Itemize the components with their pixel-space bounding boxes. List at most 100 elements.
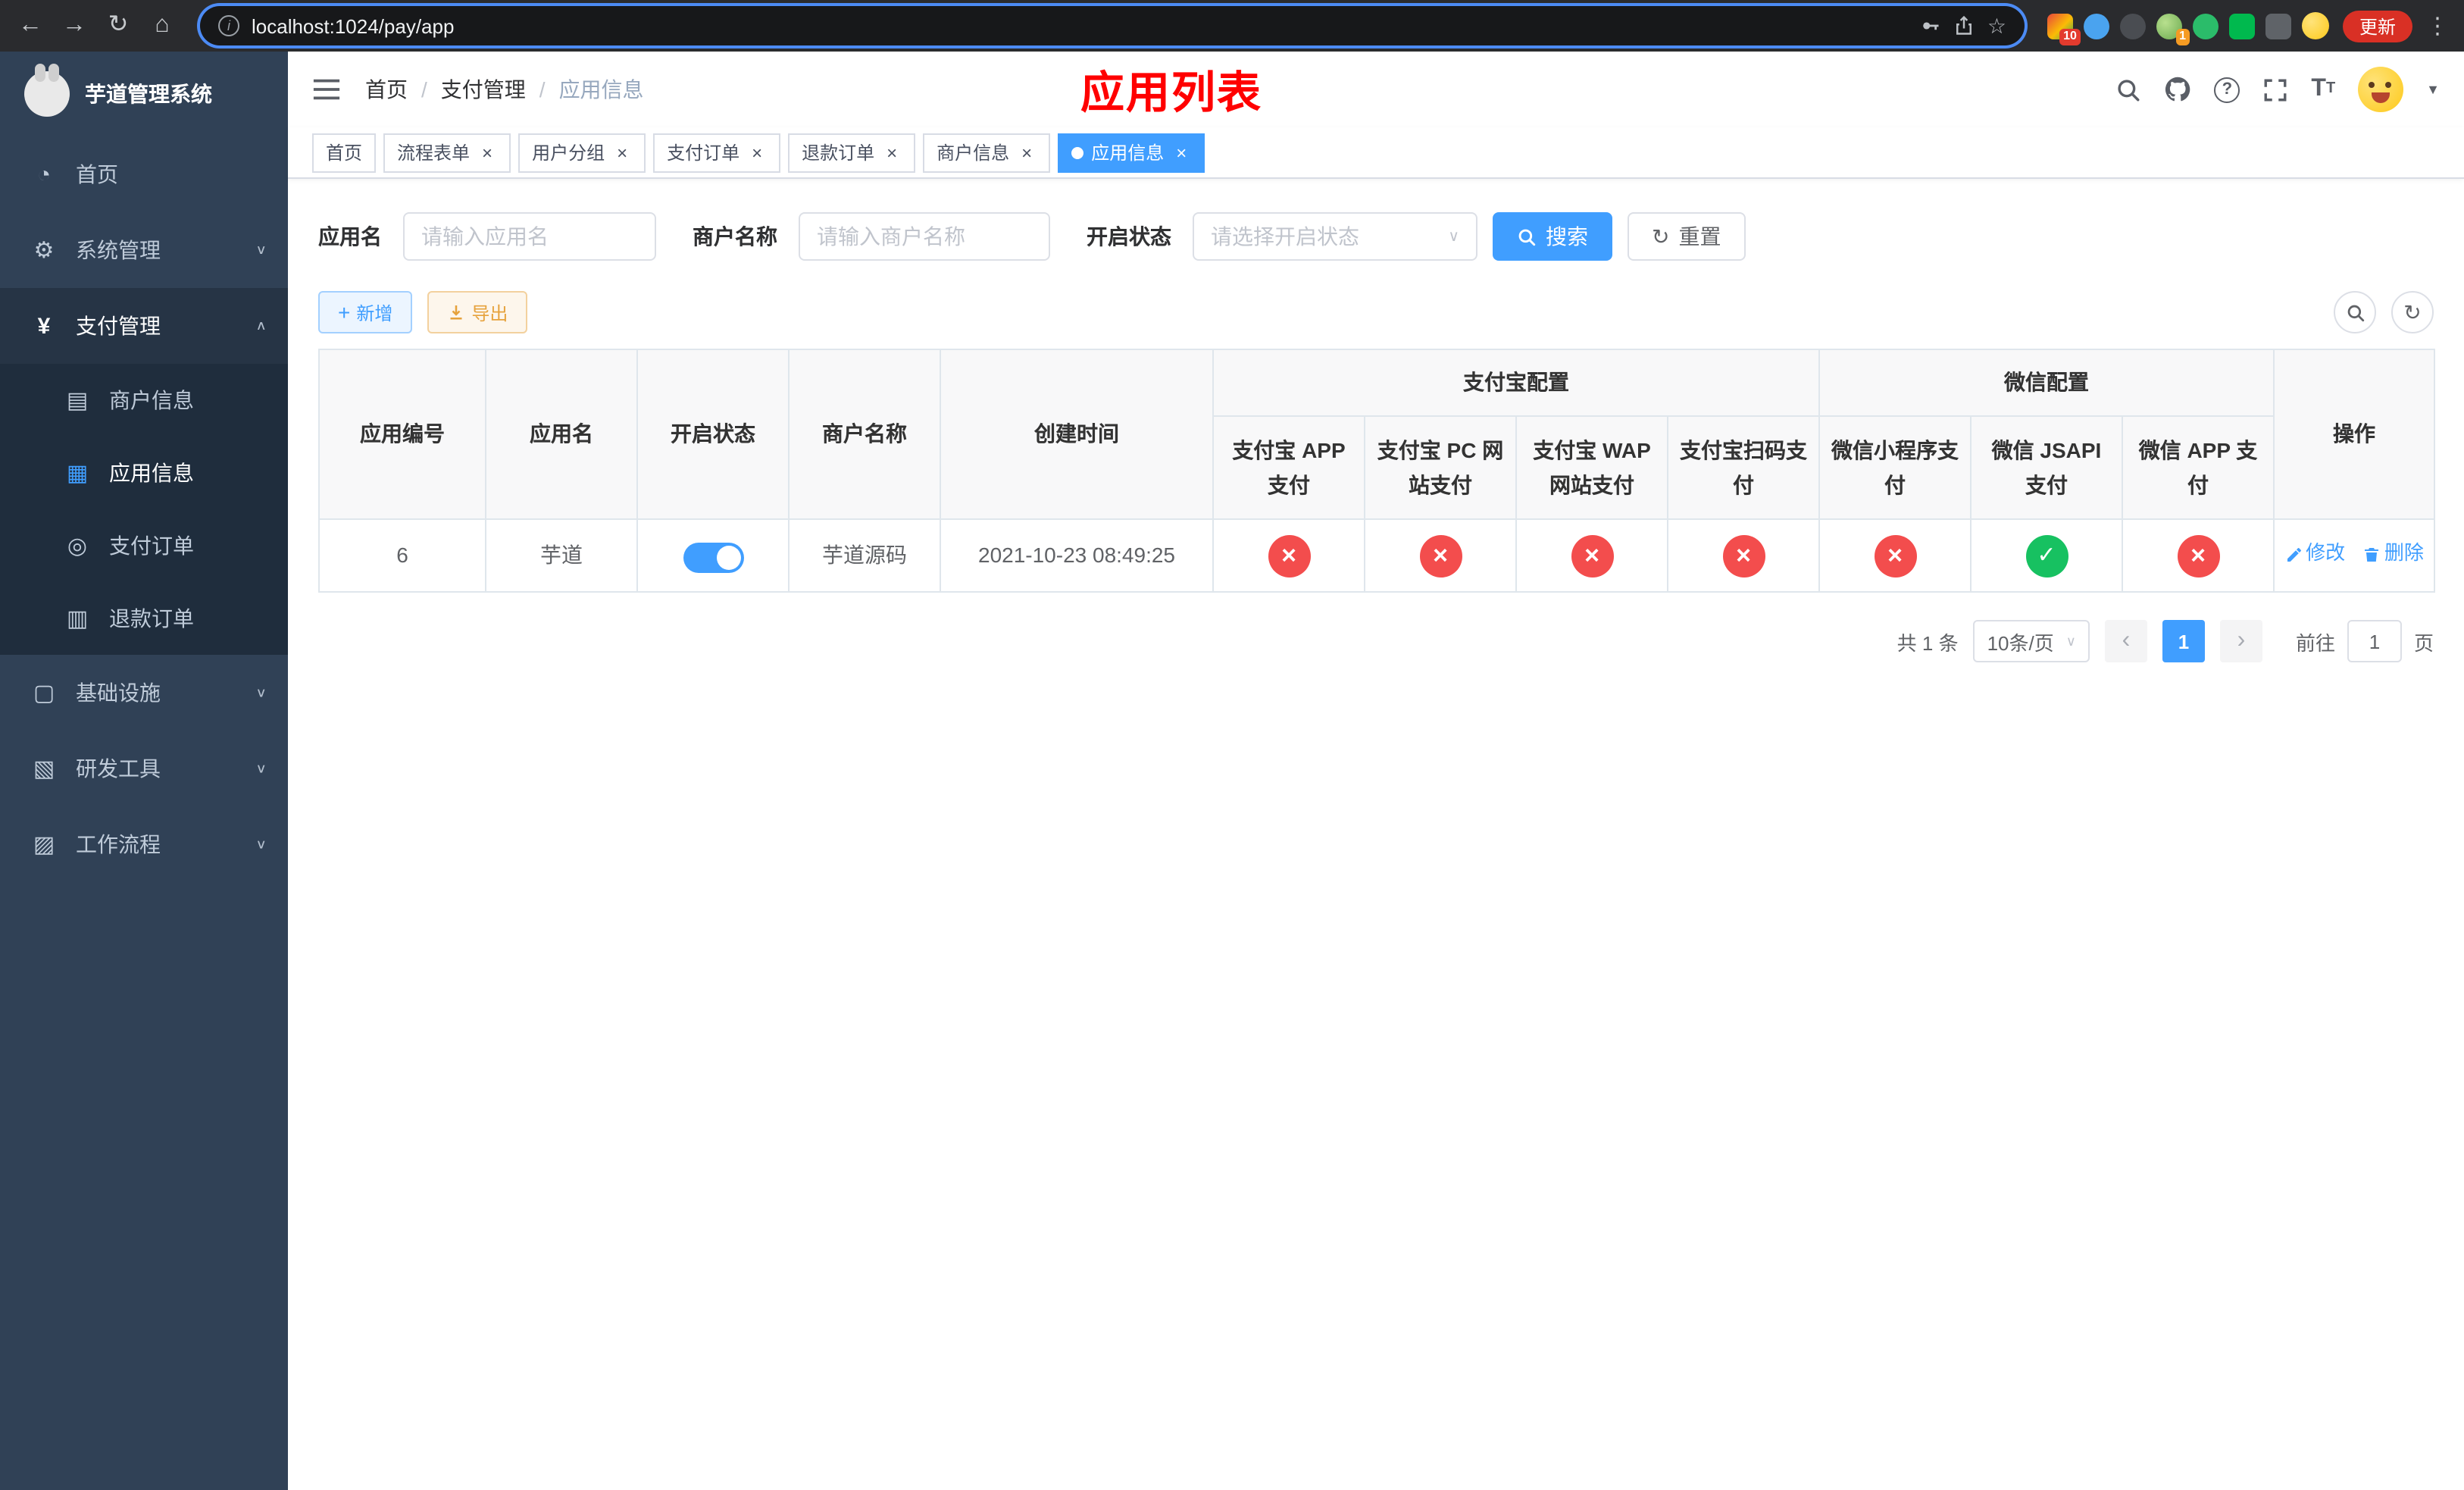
url-text[interactable]: localhost:1024/pay/app <box>252 14 454 37</box>
site-info-icon[interactable]: i <box>218 15 239 36</box>
search-icon <box>2347 304 2364 321</box>
alipay-wap-disabled-icon <box>1571 534 1613 577</box>
status-select[interactable]: 请选择开启状态 <box>1193 212 1477 261</box>
wechat-mini-disabled-icon <box>1874 534 1916 577</box>
tab-app-info[interactable]: 应用信息 <box>1058 133 1205 172</box>
export-button[interactable]: 导出 <box>427 291 528 333</box>
sidebar-item-workflow[interactable]: ▨ 工作流程 ∨ <box>0 806 288 882</box>
page-1-button[interactable]: 1 <box>2162 620 2205 662</box>
share-icon[interactable] <box>1954 15 1975 36</box>
goto-suffix: 页 <box>2413 631 2434 654</box>
page-size-select[interactable]: 10条/页 <box>1973 620 2090 662</box>
profile-avatar[interactable] <box>2301 12 2329 39</box>
app-logo: 芋道管理系统 <box>0 52 288 136</box>
refresh-table-button[interactable]: ↻ <box>2391 291 2434 333</box>
extension-icon-green-square[interactable] <box>2228 13 2255 39</box>
sidebar-item-home[interactable]: ◔ 首页 <box>0 136 288 212</box>
sidebar-item-devtools[interactable]: ▧ 研发工具 ∨ <box>0 731 288 806</box>
sidebar-item-system[interactable]: ⚙ 系统管理 ∨ <box>0 212 288 288</box>
total-count: 共 1 条 <box>1896 631 1959 654</box>
app-table: 应用编号 应用名 开启状态 商户名称 创建时间 支付宝配置 微信配置 操作 支付… <box>318 349 2435 593</box>
sidebar-item-app-info[interactable]: ▦ 应用信息 <box>0 437 288 509</box>
sidebar-item-payment-orders[interactable]: ◎ 支付订单 <box>0 509 288 582</box>
extensions-puzzle-icon[interactable] <box>2265 13 2291 39</box>
extension-icon-grid[interactable]: 10 <box>2047 13 2081 45</box>
alipay-app-disabled-icon <box>1268 534 1310 577</box>
search-button[interactable]: 搜索 <box>1493 212 1612 261</box>
wechat-jsapi-enabled-icon <box>2025 534 2068 577</box>
delete-button[interactable]: 删除 <box>2363 538 2424 570</box>
sidebar-item-refund-orders[interactable]: ▥ 退款订单 <box>0 582 288 655</box>
header-search-icon[interactable] <box>2115 77 2141 102</box>
sidebar-item-payment[interactable]: ¥ 支付管理 ∧ <box>0 288 288 364</box>
forward-icon[interactable]: → <box>59 13 89 38</box>
page-title: 应用列表 <box>1080 70 1263 118</box>
close-icon[interactable] <box>1017 142 1037 162</box>
extension-icon-dark[interactable] <box>2119 13 2146 39</box>
close-icon[interactable] <box>882 142 902 162</box>
fullscreen-icon[interactable] <box>2262 77 2288 102</box>
goto-page-input[interactable] <box>2347 620 2402 662</box>
prev-page-button[interactable] <box>2104 620 2147 662</box>
close-icon[interactable] <box>477 142 497 162</box>
tab-merchant-info[interactable]: 商户信息 <box>923 133 1051 172</box>
refund-order-icon: ▥ <box>66 606 89 632</box>
goto-page: 前往 页 <box>2296 620 2434 662</box>
table-toolbar: + 新增 导出 ↻ <box>318 291 2434 333</box>
reset-button[interactable]: ↻ 重置 <box>1628 212 1746 261</box>
close-icon[interactable] <box>747 142 767 162</box>
toggle-search-button[interactable] <box>2334 291 2376 333</box>
reload-icon[interactable]: ↻ <box>103 13 133 38</box>
breadcrumb-home[interactable]: 首页 <box>365 74 408 105</box>
extension-icon-green-check[interactable] <box>2192 13 2219 39</box>
github-icon[interactable] <box>2164 76 2191 103</box>
close-icon[interactable] <box>612 142 632 162</box>
status-toggle[interactable] <box>683 542 743 573</box>
address-bar[interactable]: i localhost:1024/pay/app ☆ <box>200 6 2025 45</box>
tab-process-form[interactable]: 流程表单 <box>383 133 511 172</box>
user-avatar[interactable] <box>2358 67 2404 112</box>
breadcrumb-separator: / <box>539 77 546 102</box>
tab-refund-orders[interactable]: 退款订单 <box>788 133 916 172</box>
tab-payment-orders[interactable]: 支付订单 <box>653 133 781 172</box>
sidebar-item-infrastructure[interactable]: ▢ 基础设施 ∨ <box>0 655 288 731</box>
pagination: 共 1 条 10条/页 1 前往 页 <box>318 620 2434 662</box>
sidebar-item-merchant-info[interactable]: ▤ 商户信息 <box>0 364 288 437</box>
home-icon[interactable]: ⌂ <box>147 13 177 38</box>
tab-user-group[interactable]: 用户分组 <box>518 133 646 172</box>
collapse-sidebar-icon[interactable] <box>312 77 341 102</box>
app-name-label: 应用名 <box>318 224 382 249</box>
app-shell: 芋道管理系统 ◔ 首页 ⚙ 系统管理 ∨ ¥ 支付管理 ∧ ▤ 商户信息 ▦ 应… <box>0 52 2464 1490</box>
pay-order-icon: ◎ <box>67 534 88 559</box>
password-key-icon[interactable] <box>1921 15 1942 36</box>
active-tab-dot <box>1071 146 1084 158</box>
grid-icon: ▦ <box>66 461 89 487</box>
merchant-name-label: 商户名称 <box>693 224 777 249</box>
main-area: 首页 / 支付管理 / 应用信息 应用列表 ? T T ▼ 首页 流程表单 × … <box>288 52 2464 1490</box>
screen: ← → ↻ ⌂ i localhost:1024/pay/app ☆ 10 1 <box>0 0 2464 1490</box>
bookmark-star-icon[interactable]: ☆ <box>1987 13 2006 39</box>
back-icon[interactable]: ← <box>15 13 45 38</box>
extension-icon-drop[interactable] <box>2083 13 2109 39</box>
chevron-down-icon: ∨ <box>255 243 267 258</box>
chevron-down-icon: ∨ <box>255 837 267 852</box>
close-icon[interactable] <box>1171 142 1191 162</box>
app-name-input[interactable] <box>403 212 656 261</box>
breadcrumb-payment[interactable]: 支付管理 <box>441 74 526 105</box>
font-size-icon[interactable]: TT <box>2311 77 2335 102</box>
tab-home[interactable]: 首页 <box>312 133 377 172</box>
column-header-alipay-pc: 支付宝 PC 网站支付 <box>1364 415 1517 520</box>
add-button[interactable]: + 新增 <box>318 291 413 333</box>
browser-menu-icon[interactable]: ⋮ <box>2426 12 2449 39</box>
column-header-actions: 操作 <box>2273 349 2435 520</box>
chrome-update-button[interactable]: 更新 <box>2342 10 2412 42</box>
avatar-caret-icon[interactable]: ▼ <box>2426 82 2440 97</box>
extension-icon-leaf[interactable]: 1 <box>2156 13 2190 45</box>
next-page-button[interactable] <box>2219 620 2262 662</box>
table-row: 6 芋道 芋道源码 2021-10-23 08:49:25 × × × × × … <box>318 518 2435 593</box>
merchant-name-input[interactable] <box>799 212 1050 261</box>
edit-button[interactable]: 修改 <box>2284 538 2345 570</box>
help-icon[interactable]: ? <box>2214 77 2240 102</box>
infra-icon: ▢ <box>33 681 55 706</box>
breadcrumb-current: 应用信息 <box>558 77 644 102</box>
